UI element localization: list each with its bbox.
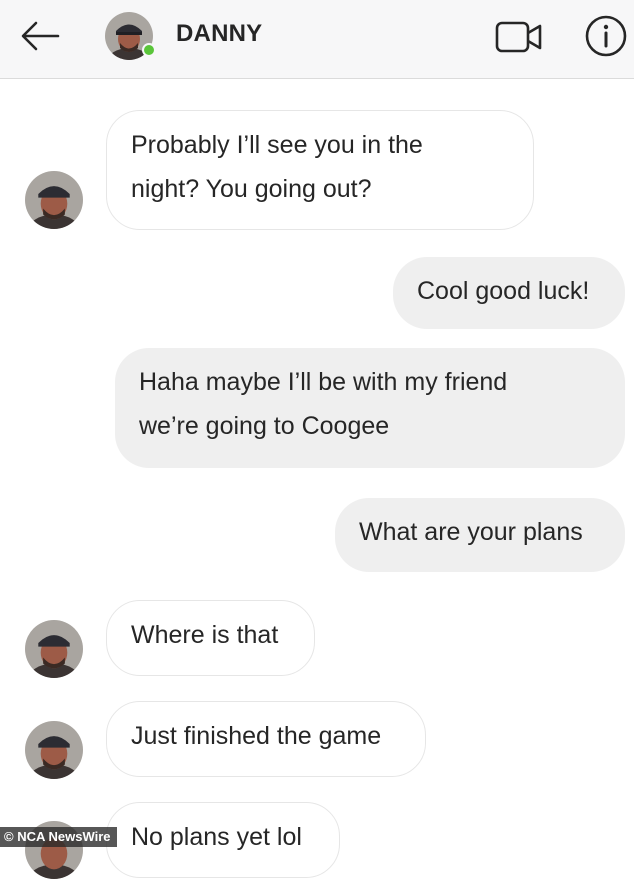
watermark-credit: © NCA NewsWire — [0, 827, 117, 847]
video-camera-icon — [495, 21, 542, 53]
back-button[interactable] — [18, 18, 62, 54]
message-bubble-outgoing[interactable]: Cool good luck! — [393, 257, 625, 329]
message-bubble-outgoing[interactable]: What are your plans — [335, 498, 625, 572]
message-bubble-incoming[interactable]: Where is that — [106, 600, 315, 676]
video-call-button[interactable] — [494, 18, 544, 56]
info-icon — [585, 15, 627, 57]
message-bubble-outgoing[interactable]: Haha maybe I’ll be with my friend we’re … — [115, 348, 625, 468]
arrow-left-icon — [21, 21, 60, 51]
sender-avatar[interactable] — [25, 171, 83, 229]
message-bubble-incoming[interactable]: No plans yet lol — [106, 802, 340, 878]
message-bubble-incoming[interactable]: Just finished the game — [106, 701, 426, 777]
online-status-indicator — [142, 43, 156, 57]
chat-header: DANNY — [0, 0, 634, 79]
contact-name[interactable]: DANNY — [176, 20, 262, 48]
sender-avatar[interactable] — [25, 620, 83, 678]
message-bubble-incoming[interactable]: Probably I’ll see you in the night? You … — [106, 110, 534, 230]
sender-avatar[interactable] — [25, 721, 83, 779]
info-button[interactable] — [584, 14, 628, 58]
